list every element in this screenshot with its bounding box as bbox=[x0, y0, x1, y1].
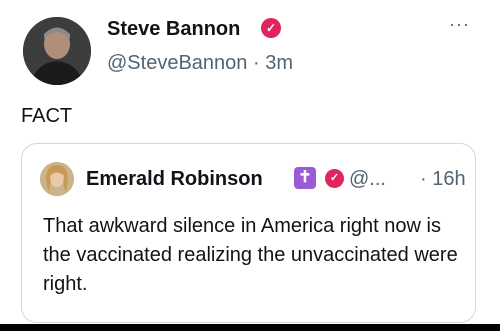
quote-timestamp[interactable]: · 16h bbox=[420, 167, 466, 191]
bottom-edge bbox=[0, 324, 500, 331]
author-name[interactable]: Steve Bannon bbox=[107, 17, 240, 41]
quote-avatar[interactable] bbox=[40, 162, 74, 196]
quote-verified-icon: ✓ bbox=[325, 169, 344, 188]
tweet-text: FACT bbox=[21, 105, 73, 127]
avatar-image bbox=[23, 17, 91, 85]
author-handle[interactable]: @SteveBannon bbox=[107, 52, 247, 74]
handle-line: @SteveBannon · 3m bbox=[107, 51, 293, 75]
verified-icon: ✓ bbox=[261, 18, 281, 38]
more-options-icon[interactable]: ··· bbox=[449, 14, 470, 35]
quote-author-name[interactable]: Emerald Robinson bbox=[86, 167, 263, 191]
quote-tweet-card[interactable]: Emerald Robinson ✝ ✓ @... · 16h That awk… bbox=[21, 143, 476, 323]
avatar[interactable] bbox=[23, 17, 91, 85]
quote-text: That awkward silence in America right no… bbox=[43, 215, 458, 295]
separator-dot: · bbox=[252, 52, 260, 74]
timestamp[interactable]: 3m bbox=[265, 52, 293, 74]
quote-author-handle[interactable]: @... bbox=[349, 167, 386, 191]
quote-avatar-image bbox=[40, 162, 74, 196]
cross-badge-icon: ✝ bbox=[294, 167, 316, 189]
